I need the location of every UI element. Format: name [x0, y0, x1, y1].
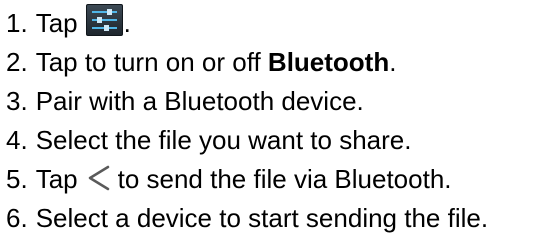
instruction-list: 1. Tap . 2. Tap to turn on or off Blueto…	[6, 3, 551, 238]
step-text: Select a device to start sending the fil…	[35, 203, 489, 233]
step-number: 1.	[6, 8, 28, 38]
bluetooth-label: Bluetooth	[267, 47, 390, 77]
step-number: 2.	[6, 47, 28, 77]
step-6: 6. Select a device to start sending the …	[6, 199, 551, 238]
step-text: Tap	[35, 164, 78, 194]
step-number: 5.	[6, 164, 28, 194]
step-3: 3. Pair with a Bluetooth device.	[6, 82, 551, 121]
step-text-end: to send the file via Bluetooth.	[117, 164, 452, 194]
step-number: 6.	[6, 203, 28, 233]
step-text-end: .	[123, 8, 131, 38]
step-1: 1. Tap .	[6, 3, 551, 43]
step-text: Select the file you want to share.	[35, 125, 412, 155]
share-icon	[86, 163, 112, 193]
step-text-end: .	[389, 47, 397, 77]
step-number: 4.	[6, 125, 28, 155]
step-number: 3.	[6, 86, 28, 116]
step-text: Pair with a Bluetooth device.	[35, 86, 364, 116]
step-text: Tap to turn on or off	[35, 47, 268, 77]
step-4: 4. Select the file you want to share.	[6, 121, 551, 160]
settings-sliders-icon	[85, 3, 123, 36]
step-5: 5. Tap to send the file via Bluetooth.	[6, 160, 551, 199]
step-text: Tap	[35, 8, 78, 38]
step-2: 2. Tap to turn on or off Bluetooth .	[6, 43, 551, 82]
